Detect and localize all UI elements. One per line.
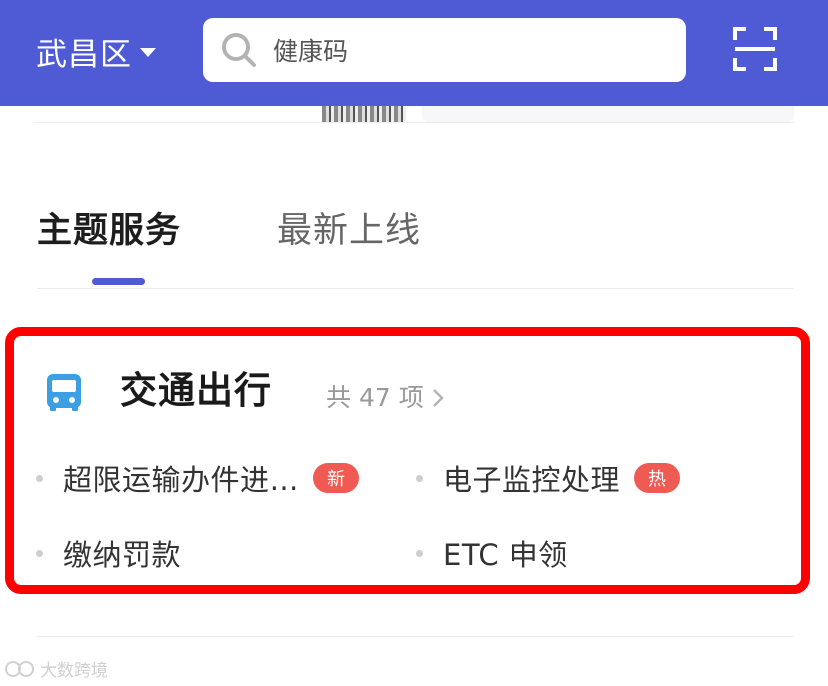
watermark-logo-icon xyxy=(5,660,34,677)
tab-indicator xyxy=(92,278,145,285)
service-item-etc-apply[interactable]: ETC 申领 xyxy=(416,531,568,575)
district-label: 武昌区 xyxy=(36,36,132,73)
service-item-label: 超限运输办件进… xyxy=(63,463,300,497)
new-badge: 新 xyxy=(313,463,360,493)
watermark-text: 大数跨境 xyxy=(40,661,108,681)
tabs-divider xyxy=(37,288,793,289)
tab-theme-services[interactable]: 主题服务 xyxy=(37,207,181,255)
scan-icon[interactable] xyxy=(733,27,777,71)
banner-card[interactable] xyxy=(422,106,794,122)
banner-image[interactable] xyxy=(322,106,406,122)
chevron-down-icon xyxy=(140,47,156,57)
top-bar: 武昌区 健康码 xyxy=(0,0,828,106)
watermark: 大数跨境 xyxy=(4,656,108,681)
section-divider xyxy=(37,636,793,637)
bullet-dot xyxy=(416,474,423,482)
search-icon xyxy=(222,33,256,67)
bus-icon xyxy=(47,374,81,411)
bullet-dot xyxy=(416,549,423,557)
service-item-overlimit-transport[interactable]: 超限运输办件进… 新 xyxy=(36,456,360,500)
chevron-right-icon xyxy=(432,389,444,407)
service-item-label: 电子监控处理 xyxy=(443,463,621,497)
bullet-dot xyxy=(36,549,43,557)
section-count-link[interactable]: 共 47 项 xyxy=(326,380,444,416)
district-selector[interactable]: 武昌区 xyxy=(36,29,156,73)
service-item-pay-fines[interactable]: 缴纳罚款 xyxy=(36,531,181,575)
section-count: 共 47 项 xyxy=(326,383,424,412)
service-item-label: ETC 申领 xyxy=(443,538,568,572)
service-item-e-monitoring[interactable]: 电子监控处理 热 xyxy=(416,456,681,500)
service-item-label: 缴纳罚款 xyxy=(63,538,182,572)
section-title[interactable]: 交通出行 xyxy=(120,366,272,416)
search-input[interactable]: 健康码 xyxy=(273,32,348,68)
tab-newly-launched[interactable]: 最新上线 xyxy=(277,207,421,255)
hot-badge: 热 xyxy=(634,463,681,493)
search-bar[interactable]: 健康码 xyxy=(203,18,686,82)
bullet-dot xyxy=(36,474,43,482)
